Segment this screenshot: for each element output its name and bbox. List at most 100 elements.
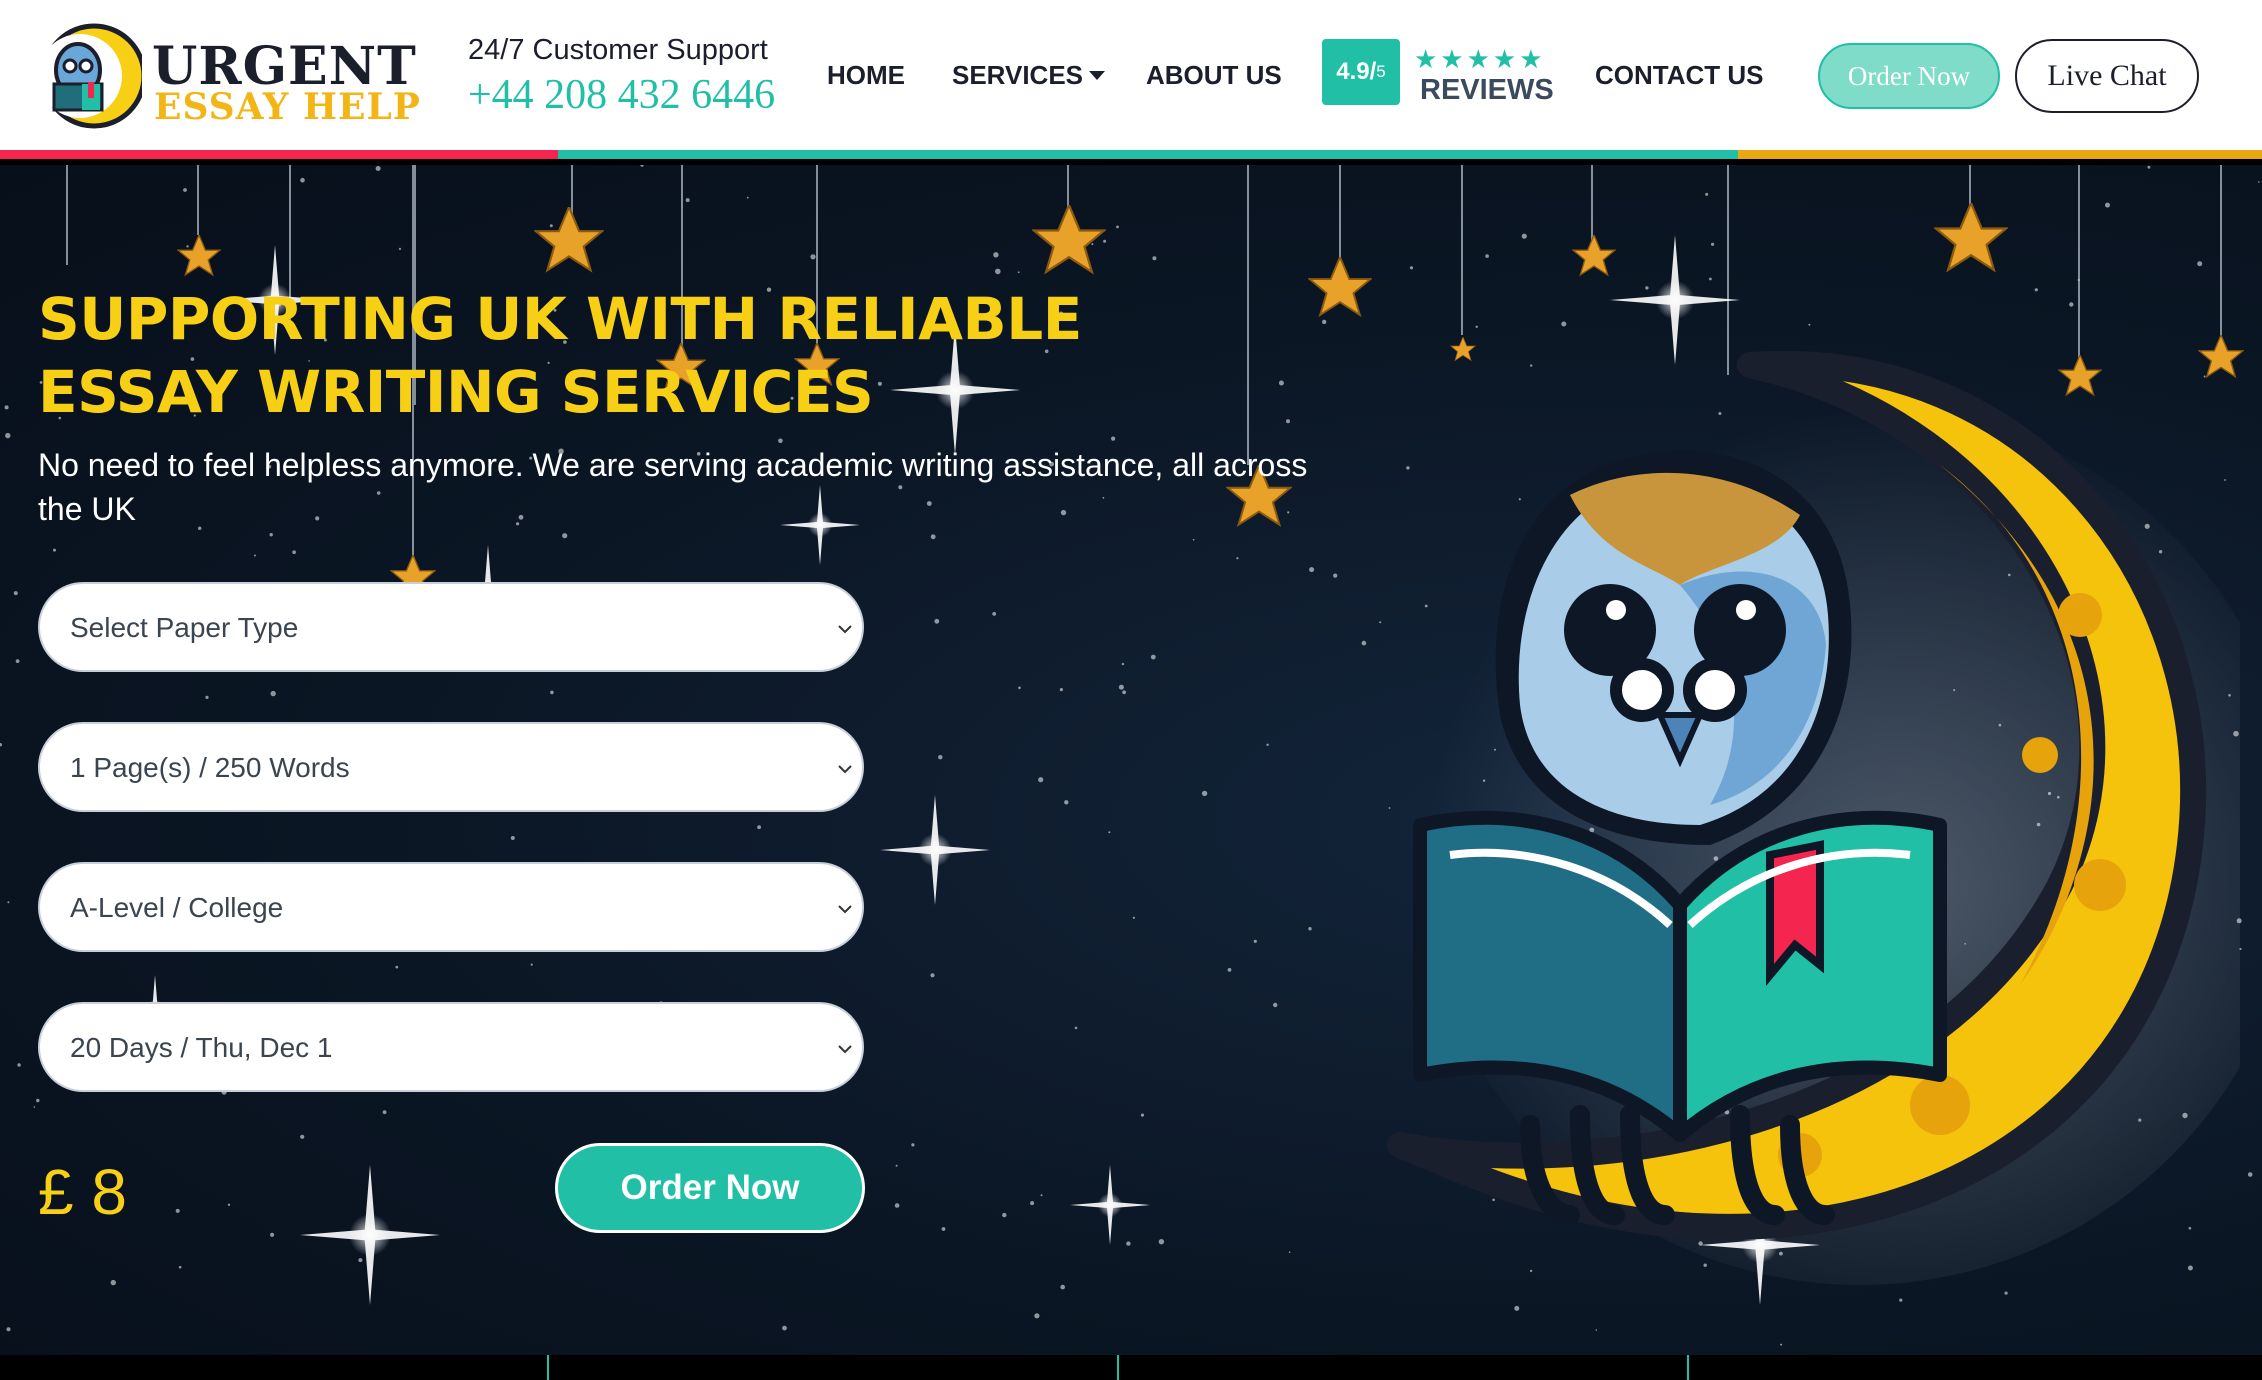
nav-about-us[interactable]: ABOUT US	[1146, 60, 1282, 91]
background-star-dot	[1286, 419, 1290, 424]
background-star-dot	[2247, 1172, 2253, 1177]
nav-home[interactable]: HOME	[827, 60, 905, 91]
hero-order-now-button[interactable]: Order Now	[555, 1143, 865, 1233]
background-star-dot	[1309, 567, 1315, 573]
chevron-down-icon	[838, 765, 852, 774]
background-star-dot	[110, 1279, 117, 1286]
background-star-dot	[1122, 690, 1126, 695]
rating-badge[interactable]: 4.9/5	[1322, 39, 1400, 105]
background-star-dot	[1111, 436, 1116, 441]
background-star-dot	[1711, 242, 1715, 246]
background-star-dot	[510, 836, 515, 840]
background-star-dot	[685, 198, 690, 203]
background-star-dot	[1074, 1026, 1078, 1030]
divider-tick	[547, 1355, 549, 1380]
background-star-dot	[395, 965, 399, 969]
background-star-dot	[1152, 256, 1157, 261]
background-star-dot	[895, 1164, 898, 1167]
divider-tick	[1687, 1355, 1689, 1380]
chevron-down-icon	[838, 905, 852, 914]
rating-stars-icon: ★★★★★	[1414, 44, 1546, 74]
background-star-dot	[1158, 1239, 1165, 1245]
paper-type-select[interactable]: Select Paper Type	[38, 582, 864, 672]
chevron-down-icon	[838, 625, 852, 634]
support-phone-link[interactable]: +44 208 432 6446	[468, 71, 775, 119]
background-star-dot	[2258, 181, 2260, 183]
background-star-dot	[810, 254, 816, 260]
background-star-dot	[183, 188, 187, 192]
background-star-dot	[36, 1098, 40, 1103]
background-star-dot	[1132, 916, 1135, 919]
divider-tick	[1117, 1355, 1119, 1380]
logo-text-essay-help: ESSAY HELP	[154, 86, 421, 128]
background-star-dot	[1060, 1284, 1065, 1290]
nav-services[interactable]: SERVICES	[952, 60, 1106, 91]
background-star-dot	[993, 252, 999, 258]
background-star-dot	[270, 1232, 275, 1237]
background-star-dot	[1140, 1113, 1145, 1117]
background-star-dot	[1103, 239, 1107, 243]
background-star-dot	[1899, 1298, 1903, 1302]
order-now-button[interactable]: Order Now	[1818, 43, 2000, 109]
background-star-dot	[1059, 688, 1063, 692]
background-star-dot	[1150, 654, 1156, 660]
background-star-dot	[1118, 684, 1124, 690]
background-star-dot	[7, 901, 10, 904]
background-star-dot	[178, 1265, 182, 1269]
hero-section: SUPPORTING UK WITH RELIABLE ESSAY WRITIN…	[0, 165, 2262, 1355]
rating-score: 4.9/	[1336, 58, 1377, 85]
background-star-dot	[1121, 662, 1125, 666]
background-star-dot	[253, 554, 256, 557]
support-label: 24/7 Customer Support	[468, 34, 768, 66]
background-star-dot	[1266, 743, 1269, 746]
background-star-dot	[1709, 277, 1712, 281]
nav-services-label: SERVICES	[952, 60, 1084, 90]
nav-contact-us[interactable]: CONTACT US	[1595, 60, 1764, 91]
background-star-dot	[1705, 192, 1709, 196]
academic-level-select[interactable]: A-Level / College	[38, 862, 864, 952]
background-star-dot	[358, 1258, 363, 1263]
background-star-dot	[300, 177, 305, 183]
background-star-dot	[270, 690, 276, 697]
site-logo[interactable]: URGENT ESSAY HELP	[36, 16, 420, 138]
background-star-dot	[530, 963, 533, 966]
background-star-dot	[1201, 790, 1208, 797]
background-star-dot	[1278, 380, 1284, 386]
background-star-dot	[5, 432, 11, 439]
background-star-dot	[186, 245, 189, 248]
background-star-dot	[398, 247, 402, 250]
paper-type-value: Select Paper Type	[70, 612, 299, 643]
background-star-dot	[1018, 686, 1021, 690]
background-star-dot	[1485, 254, 1489, 258]
background-star-dot	[930, 534, 936, 540]
background-star-dot	[1253, 939, 1257, 943]
background-star-dot	[6, 1327, 11, 1332]
background-star-dot	[1064, 800, 1069, 805]
customer-support: 24/7 Customer Support +44 208 432 6446	[468, 34, 775, 119]
background-star-dot	[1273, 1002, 1278, 1008]
background-star-dot	[1361, 640, 1367, 646]
deadline-select[interactable]: 20 Days / Thu, Dec 1	[38, 1002, 864, 1092]
background-star-dot	[2105, 202, 2110, 208]
background-star-dot	[1002, 1212, 1007, 1218]
background-star-dot	[175, 1208, 180, 1213]
reviews-link[interactable]: REVIEWS	[1420, 74, 1554, 107]
background-star-dot	[1030, 1201, 1035, 1206]
background-star-dot	[941, 1227, 946, 1231]
background-star-dot	[33, 1106, 36, 1108]
background-star-dot	[995, 268, 1001, 275]
background-star-dot	[1322, 319, 1327, 325]
background-star-dot	[1308, 927, 1312, 931]
background-star-dot	[269, 533, 273, 537]
background-star-dot	[550, 690, 554, 695]
background-star-dot	[2147, 165, 2151, 169]
background-star-dot	[1521, 233, 1527, 239]
background-star-dot	[992, 612, 997, 616]
pages-select[interactable]: 1 Page(s) / 250 Words	[38, 722, 864, 812]
live-chat-button[interactable]: Live Chat	[2015, 39, 2199, 113]
deadline-value: 20 Days / Thu, Dec 1	[70, 1032, 333, 1063]
chevron-down-icon	[838, 1045, 852, 1054]
background-star-dot	[300, 1134, 305, 1139]
background-star-dot	[1780, 1343, 1783, 1346]
background-star-dot	[930, 973, 935, 978]
